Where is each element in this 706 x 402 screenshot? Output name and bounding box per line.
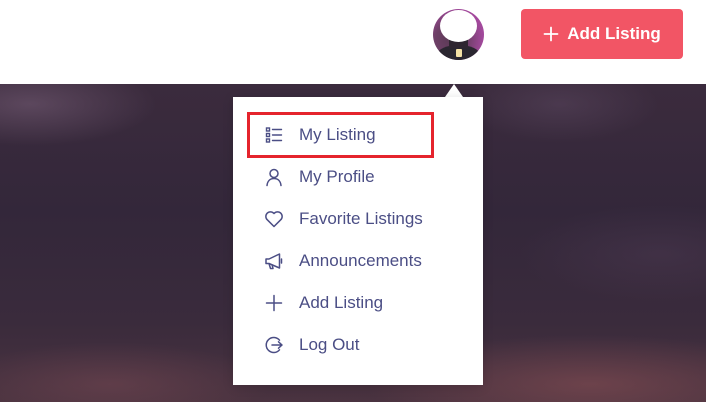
heart-icon	[265, 211, 283, 228]
menu-item-label: My Listing	[299, 125, 376, 144]
logout-icon	[265, 336, 283, 354]
menu-item-my-profile[interactable]: My Profile	[233, 158, 483, 196]
user-icon	[266, 168, 282, 187]
plus-icon	[265, 294, 283, 312]
menu-item-label: Favorite Listings	[299, 209, 423, 228]
dropdown-caret	[445, 84, 463, 97]
user-avatar[interactable]	[433, 9, 484, 60]
menu-item-label: My Profile	[299, 167, 375, 186]
menu-item-add-listing[interactable]: Add Listing	[233, 284, 483, 322]
megaphone-icon	[265, 253, 283, 270]
menu-item-label: Add Listing	[299, 293, 384, 312]
menu-item-label: Log Out	[299, 335, 360, 354]
menu-item-my-listing[interactable]: My Listing	[233, 116, 483, 154]
plus-icon	[543, 26, 559, 42]
user-dropdown-menu: My Listing My Profile Favorite Listings …	[233, 97, 483, 385]
list-icon	[265, 127, 283, 143]
add-listing-button-label: Add Listing	[567, 24, 661, 43]
avatar-face-shape	[440, 10, 477, 42]
menu-item-announcements[interactable]: Announcements	[233, 242, 483, 280]
menu-item-log-out[interactable]: Log Out	[233, 326, 483, 364]
add-listing-button[interactable]: Add Listing	[521, 9, 683, 59]
menu-item-favorite-listings[interactable]: Favorite Listings	[233, 200, 483, 238]
menu-item-label: Announcements	[299, 251, 422, 270]
avatar-badge-shape	[456, 49, 462, 57]
